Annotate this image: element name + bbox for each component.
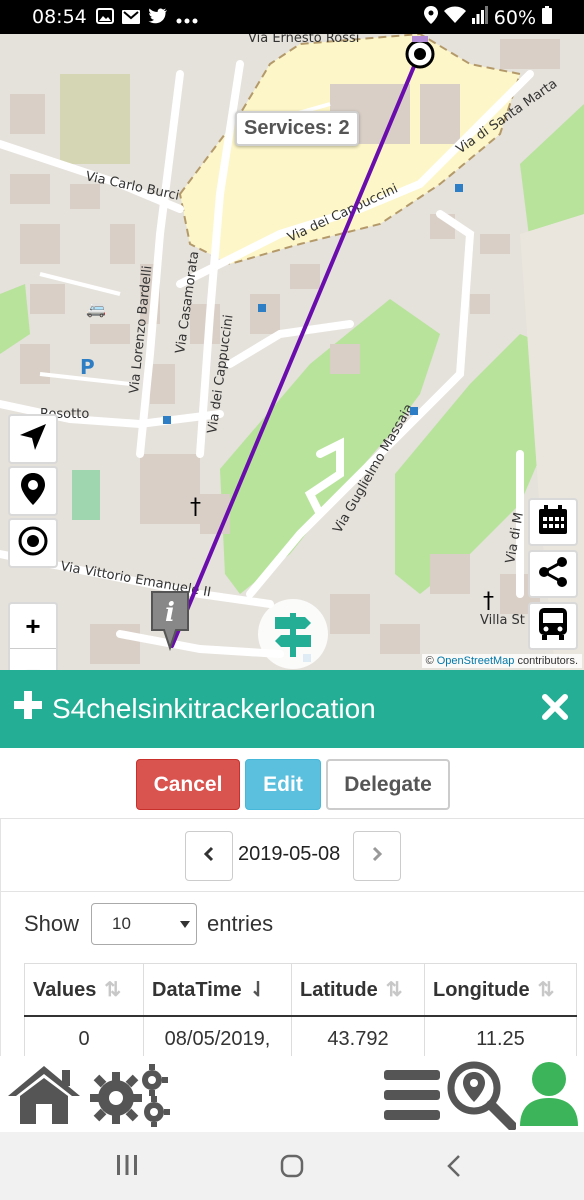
svg-text:†: † xyxy=(483,589,494,614)
sort-icon: ⇅ xyxy=(104,978,122,1001)
chevron-right-icon xyxy=(371,846,383,867)
services-tooltip[interactable]: Services: 2 xyxy=(235,111,359,146)
osm-link[interactable]: OpenStreetMap xyxy=(437,655,515,667)
column-header-values[interactable]: Values ⇅ xyxy=(24,963,144,1017)
recent-apps-icon[interactable] xyxy=(116,1154,138,1183)
system-icons: 60% xyxy=(423,6,552,29)
back-nav-icon[interactable] xyxy=(446,1154,462,1185)
more-dots-icon xyxy=(176,7,198,29)
caret-down-icon xyxy=(180,914,191,934)
locate-button[interactable] xyxy=(8,518,58,568)
street-label: Villa St xyxy=(480,613,525,628)
zoom-out-button[interactable]: − xyxy=(10,649,56,670)
zoom-in-button[interactable]: + xyxy=(10,604,56,649)
svg-text:🚐: 🚐 xyxy=(86,299,106,318)
table-cell: 11.25 xyxy=(424,1015,577,1056)
user-icon[interactable] xyxy=(518,1060,580,1133)
table-header-row: Values ⇅ DataTime ⇃ Latitude ⇅ Longitude ⇅ xyxy=(24,963,577,1017)
wifi-icon xyxy=(443,6,466,29)
map-search-icon[interactable] xyxy=(446,1060,517,1135)
previous-date-button[interactable] xyxy=(185,831,233,881)
column-header-longitude[interactable]: Longitude ⇅ xyxy=(424,963,577,1017)
home-nav-icon[interactable] xyxy=(280,1154,304,1185)
sort-icon: ⇅ xyxy=(385,978,403,1001)
close-icon[interactable] xyxy=(542,694,568,725)
twitter-icon xyxy=(148,7,168,29)
settings-gears-icon[interactable] xyxy=(86,1062,172,1133)
data-table: Values ⇅ DataTime ⇃ Latitude ⇅ Longitude ⇅ 0… xyxy=(24,963,577,1056)
map-view[interactable]: Via Ernesto Rossi Via Carlo Burci Via Lo… xyxy=(0,34,584,670)
android-nav-bar xyxy=(0,1132,584,1200)
locate-target-icon xyxy=(17,525,49,562)
table-row[interactable]: 0 08/05/2019, 43.792 11.25 xyxy=(24,1015,577,1056)
battery-icon xyxy=(542,6,552,29)
column-header-latitude[interactable]: Latitude ⇅ xyxy=(291,963,425,1017)
edit-button[interactable]: Edit xyxy=(245,759,321,810)
table-cell: 0 xyxy=(24,1015,144,1056)
home-icon[interactable] xyxy=(6,1062,82,1131)
navigate-button[interactable] xyxy=(8,414,58,464)
map-pin-button[interactable] xyxy=(8,466,58,516)
share-icon xyxy=(538,556,568,593)
next-date-button[interactable] xyxy=(353,831,401,881)
svg-text:P: P xyxy=(80,355,95,379)
navigate-icon xyxy=(18,422,48,457)
bus-button[interactable] xyxy=(528,602,578,650)
action-buttons: Cancel Edit Delegate xyxy=(0,759,584,811)
calendar-button[interactable] xyxy=(528,498,578,546)
date-navigator: 2019-05-08 xyxy=(1,831,584,881)
panel-title: S4chelsinkitrackerlocation xyxy=(52,693,376,724)
divider xyxy=(1,891,584,892)
menu-icon[interactable] xyxy=(382,1068,442,1127)
status-bar: 08:54 60% xyxy=(0,0,584,34)
battery-percentage: 60% xyxy=(493,6,536,29)
image-icon xyxy=(96,7,114,29)
show-label: Show xyxy=(24,911,80,936)
map-attribution: © OpenStreetMap contributors. xyxy=(421,654,582,668)
delegate-button[interactable]: Delegate xyxy=(326,759,450,810)
table-cell: 43.792 xyxy=(291,1015,425,1056)
plus-icon[interactable] xyxy=(12,689,44,726)
map-pin-icon xyxy=(21,472,45,510)
column-header-datatime[interactable]: DataTime ⇃ xyxy=(143,963,292,1017)
notification-icons xyxy=(96,7,198,29)
page-size-row: Show 10 entries xyxy=(24,903,273,945)
page-size-select[interactable]: 10 xyxy=(91,903,198,945)
data-panel: 2019-05-08 Show 10 entries Values ⇅ DataT… xyxy=(0,818,584,1056)
svg-text:†: † xyxy=(190,495,201,520)
sort-icon: ⇅ xyxy=(537,978,555,1001)
location-icon xyxy=(423,6,438,29)
cancel-button[interactable]: Cancel xyxy=(136,759,240,810)
bottom-toolbar xyxy=(0,1056,584,1132)
bus-icon xyxy=(537,607,569,646)
destination-marker[interactable] xyxy=(400,36,440,81)
current-date: 2019-05-08 xyxy=(238,843,341,865)
sort-desc-icon: ⇃ xyxy=(249,978,267,1001)
svg-text:i: i xyxy=(165,598,175,628)
signal-icon xyxy=(471,6,488,29)
calendar-icon xyxy=(537,504,569,541)
signpost-icon[interactable] xyxy=(258,599,328,669)
table-cell: 08/05/2019, xyxy=(143,1015,292,1056)
chevron-left-icon xyxy=(203,846,215,867)
mail-icon xyxy=(122,7,140,29)
share-button[interactable] xyxy=(528,550,578,598)
entries-label: entries xyxy=(207,911,274,936)
street-label: Via Ernesto Rossi xyxy=(248,34,359,46)
status-time: 08:54 xyxy=(32,6,87,28)
info-marker[interactable]: i xyxy=(148,590,192,657)
panel-header: S4chelsinkitrackerlocation xyxy=(0,670,584,748)
zoom-control: + − xyxy=(8,602,58,670)
